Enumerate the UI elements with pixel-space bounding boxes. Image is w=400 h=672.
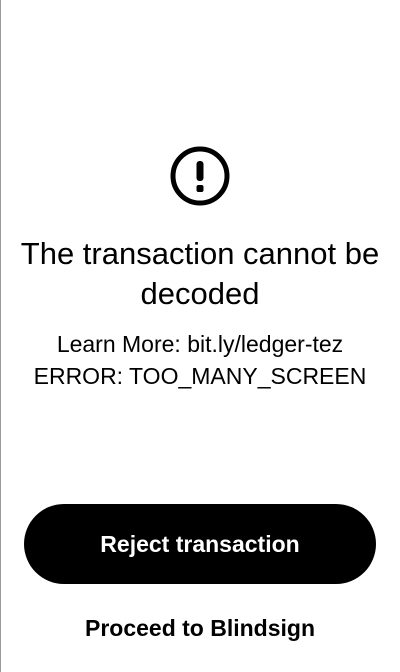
- error-details: Learn More: bit.ly/ledger-tez ERROR: TOO…: [0, 328, 400, 392]
- error-screen: The transaction cannot be decoded Learn …: [0, 0, 400, 672]
- exclamation-circle-icon: [170, 146, 230, 206]
- reject-transaction-button[interactable]: Reject transaction: [24, 504, 376, 584]
- error-code-text: ERROR: TOO_MANY_SCREEN: [33, 363, 367, 389]
- page-title: The transaction cannot be decoded: [20, 236, 380, 311]
- learn-more-text: Learn More: bit.ly/ledger-tez: [56, 331, 344, 357]
- proceed-to-blindsign-button[interactable]: Proceed to Blindsign: [0, 612, 400, 644]
